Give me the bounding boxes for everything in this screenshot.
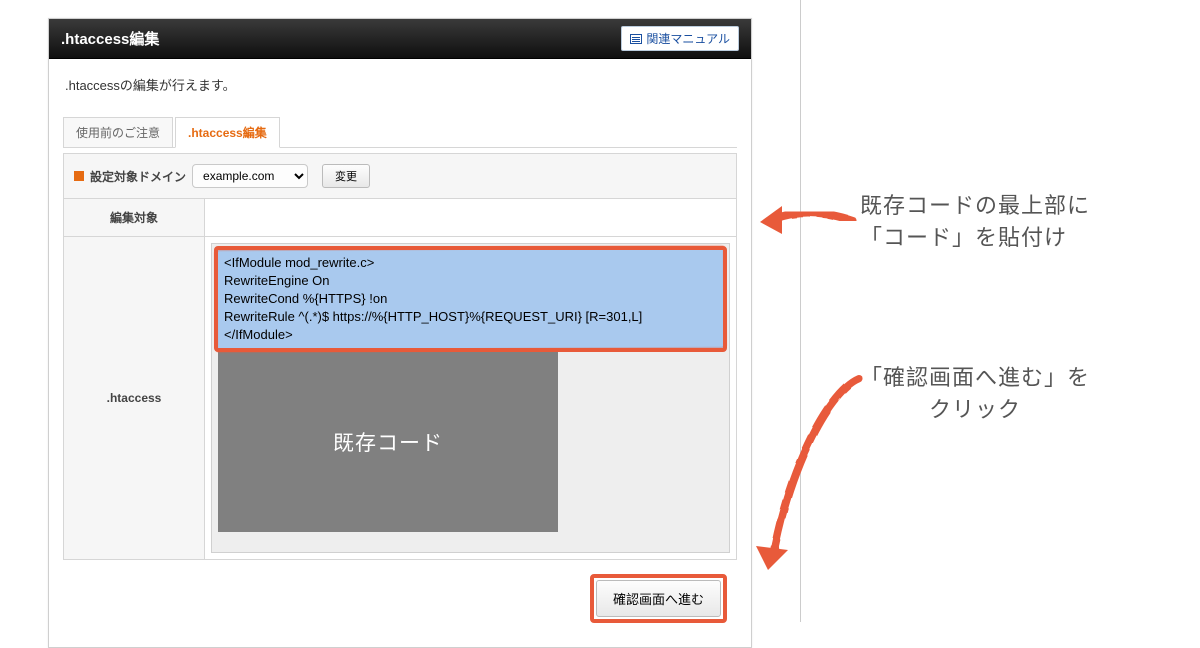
edit-target-value [205, 199, 737, 237]
settings-table: 設定対象ドメイン example.com 変更 編集対象 .htaccess [63, 153, 737, 560]
htaccess-label: .htaccess [64, 237, 205, 560]
htaccess-edit-panel: .htaccess編集 関連マニュアル .htaccessの編集が行えます。 使… [48, 18, 752, 648]
annotation-paste-code-line2: 「コード」を貼付け [860, 220, 1090, 252]
annotation-click-confirm-line1: 「確認画面へ進む」を [860, 360, 1090, 392]
existing-code-placeholder: 既存コード [218, 352, 558, 532]
panel-title: .htaccess編集 [61, 28, 159, 49]
annotation-paste-code: 既存コードの最上部に 「コード」を貼付け [860, 188, 1090, 252]
manual-icon [630, 34, 642, 44]
confirm-button-highlight: 確認画面へ進む [590, 574, 727, 623]
target-domain-row: 設定対象ドメイン example.com 変更 [74, 164, 726, 188]
tab-caution[interactable]: 使用前のご注意 [63, 117, 173, 147]
domain-select[interactable]: example.com [192, 164, 308, 188]
arrow-to-confirm [750, 370, 870, 590]
change-button[interactable]: 変更 [322, 164, 370, 188]
related-manual-button[interactable]: 関連マニュアル [621, 26, 739, 51]
annotation-paste-code-line1: 既存コードの最上部に [860, 188, 1090, 220]
tab-htaccess-edit[interactable]: .htaccess編集 [175, 117, 280, 148]
tabs: 使用前のご注意 .htaccess編集 [63, 116, 737, 148]
related-manual-label: 関連マニュアル [646, 30, 730, 47]
edit-target-label: 編集対象 [64, 199, 205, 237]
confirm-button[interactable]: 確認画面へ進む [596, 580, 721, 617]
panel-header: .htaccess編集 関連マニュアル [49, 19, 751, 59]
annotation-click-confirm: 「確認画面へ進む」を クリック [860, 360, 1090, 424]
panel-description: .htaccessの編集が行えます。 [65, 75, 737, 94]
arrow-to-code [752, 180, 862, 250]
annotation-click-confirm-line2: クリック [860, 392, 1090, 424]
bullet-icon [74, 171, 84, 181]
target-domain-label: 設定対象ドメイン [90, 168, 186, 185]
pasted-code-block: <IfModule mod_rewrite.c> RewriteEngine O… [214, 246, 727, 352]
htaccess-textarea[interactable]: <IfModule mod_rewrite.c> RewriteEngine O… [211, 243, 730, 553]
